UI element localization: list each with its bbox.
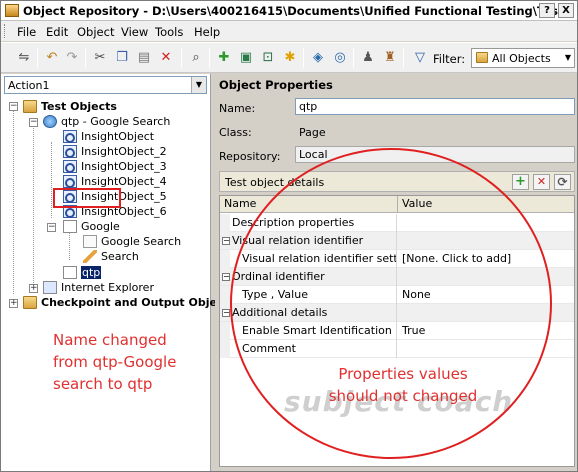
browser-icon (43, 115, 57, 128)
object-repository-window: Object Repository - D:\Users\400216415\D… (0, 0, 578, 472)
chevron-down-icon: ▼ (191, 77, 206, 93)
tree-connector (69, 233, 70, 260)
delete-icon[interactable]: ✕ (157, 49, 175, 67)
insight-icon[interactable]: ⊡ (259, 49, 277, 67)
button-icon (83, 235, 97, 248)
copy-icon[interactable]: ❐ (113, 49, 131, 67)
expand-toggle[interactable]: + (9, 299, 18, 308)
name-field[interactable]: qtp (295, 98, 575, 115)
insight-object-icon (63, 130, 77, 143)
selected-node-label: qtp (81, 266, 102, 279)
tree-node-qtp-google-search[interactable]: qtp - Google Search (43, 114, 170, 129)
paste-icon[interactable]: ▤ (135, 49, 153, 67)
spy-icon[interactable]: ♟ (359, 49, 377, 67)
find-icon[interactable]: ⌕ (187, 49, 205, 67)
menu-view[interactable]: View (121, 25, 148, 39)
menu-edit[interactable]: Edit (46, 25, 68, 39)
remove-property-button[interactable]: ✕ (533, 174, 550, 190)
tree-node-insight-object[interactable]: InsightObject (63, 129, 154, 144)
tree-node-checkpoint[interactable]: Checkpoint and Output Objec (23, 295, 224, 310)
expand-toggle[interactable]: − (29, 118, 38, 127)
repository-label: Repository: (219, 150, 281, 163)
toggle-icon[interactable]: ⇋ (15, 49, 33, 67)
collapse-toggle[interactable]: − (222, 237, 230, 245)
menu-file[interactable]: File (17, 25, 36, 39)
object-repository-icon (5, 4, 19, 17)
menu-help[interactable]: Help (194, 25, 220, 39)
close-button[interactable]: X (558, 3, 574, 18)
filter-select[interactable]: All Objects ▼ (471, 48, 575, 68)
menu-bar: File Edit Object View Tools Help (1, 21, 577, 41)
highlight-oval (230, 148, 552, 459)
expand-toggle[interactable]: − (47, 223, 56, 232)
highlight-icon[interactable]: ▣ (237, 49, 255, 67)
tree-node-internet-explorer[interactable]: Internet Explorer (43, 280, 154, 295)
page-icon (63, 220, 77, 233)
star-icon[interactable]: ✱ (281, 49, 299, 67)
toolbar-separator (85, 48, 86, 68)
menu-tools[interactable]: Tools (155, 25, 183, 39)
window-title: Object Repository - D:\Users\400216415\D… (23, 4, 572, 18)
chevron-down-icon: ▼ (564, 53, 571, 62)
tree-connector (33, 126, 34, 283)
action-select[interactable]: Action1 ▼ (4, 76, 207, 94)
title-bar: Object Repository - D:\Users\400216415\D… (1, 1, 577, 21)
filter-label: Filter: (433, 52, 466, 66)
add-object-icon[interactable]: ✚ (215, 49, 233, 67)
redo-icon[interactable]: ↷ (63, 49, 81, 67)
window-icon (43, 281, 57, 294)
tree-connector (13, 110, 14, 294)
toolbar-separator (303, 48, 304, 68)
insight-object-icon (63, 175, 77, 188)
collapse-toggle[interactable]: − (222, 309, 230, 317)
insight-object-icon (63, 160, 77, 173)
undo-icon[interactable]: ↶ (43, 49, 61, 67)
insight-object-icon (63, 145, 77, 158)
filter-value: All Objects (492, 52, 551, 65)
help-button[interactable]: ? (539, 3, 555, 18)
highlight-box (53, 188, 121, 208)
collapse-toggle[interactable]: − (222, 273, 230, 281)
object-tree-pane: Action1 ▼ − Test Objects − qtp - Google … (1, 74, 224, 471)
expand-toggle[interactable]: + (29, 284, 38, 293)
tree-node-google-search[interactable]: Google Search (83, 234, 181, 249)
action-value: Action1 (8, 79, 50, 92)
toolbar-separator (209, 48, 210, 68)
tree-node-search[interactable]: Search (83, 249, 139, 264)
page-icon (63, 266, 77, 279)
cube-icon[interactable]: ◈ (309, 49, 327, 67)
filter-icon: ▽ (415, 50, 425, 65)
annotation-name-changed: Name changed from qtp-Google search to q… (53, 331, 177, 393)
folder-icon (23, 100, 37, 113)
tree-node-test-objects[interactable]: Test Objects (23, 99, 117, 114)
toolbar-separator (353, 48, 354, 68)
repository-icon[interactable]: ♜ (381, 49, 399, 67)
folder-icon (23, 296, 37, 309)
annotation-properties-unchanged: Properties values should not changed (328, 365, 478, 405)
tree-node-qtp[interactable]: qtp (63, 265, 102, 280)
toolbar-separator (37, 48, 38, 68)
target-icon[interactable]: ◎ (331, 49, 349, 67)
section-title: Object Properties (219, 78, 333, 92)
edit-field-icon (83, 250, 97, 263)
tree-node-insight-object[interactable]: InsightObject_3 (63, 159, 167, 174)
object-tree: − Test Objects − qtp - Google Search Ins… (1, 98, 224, 318)
toolbar-separator (181, 48, 182, 68)
menu-grip (4, 24, 7, 38)
expand-toggle[interactable]: − (9, 102, 18, 111)
tree-node-google[interactable]: Google (63, 219, 120, 234)
cut-icon[interactable]: ✂ (91, 49, 109, 67)
tree-node-insight-object[interactable]: InsightObject_2 (63, 144, 167, 159)
tree-node-insight-object[interactable]: InsightObject_4 (63, 174, 167, 189)
menu-object[interactable]: Object (77, 25, 114, 39)
refresh-icon[interactable]: ⟳ (554, 174, 571, 190)
class-label: Class: (219, 126, 252, 139)
folder-icon (476, 52, 488, 63)
toolbar-separator (403, 48, 404, 68)
tree-connector (51, 142, 52, 218)
toolbar: ⇋ ↶ ↷ ✂ ❐ ▤ ✕ ⌕ ✚ ▣ ⊡ ✱ ◈ ◎ ♟ ♜ ▽ Filter… (1, 42, 577, 73)
class-value: Page (299, 126, 326, 139)
name-label: Name: (219, 102, 256, 115)
add-property-button[interactable]: + (512, 174, 529, 190)
